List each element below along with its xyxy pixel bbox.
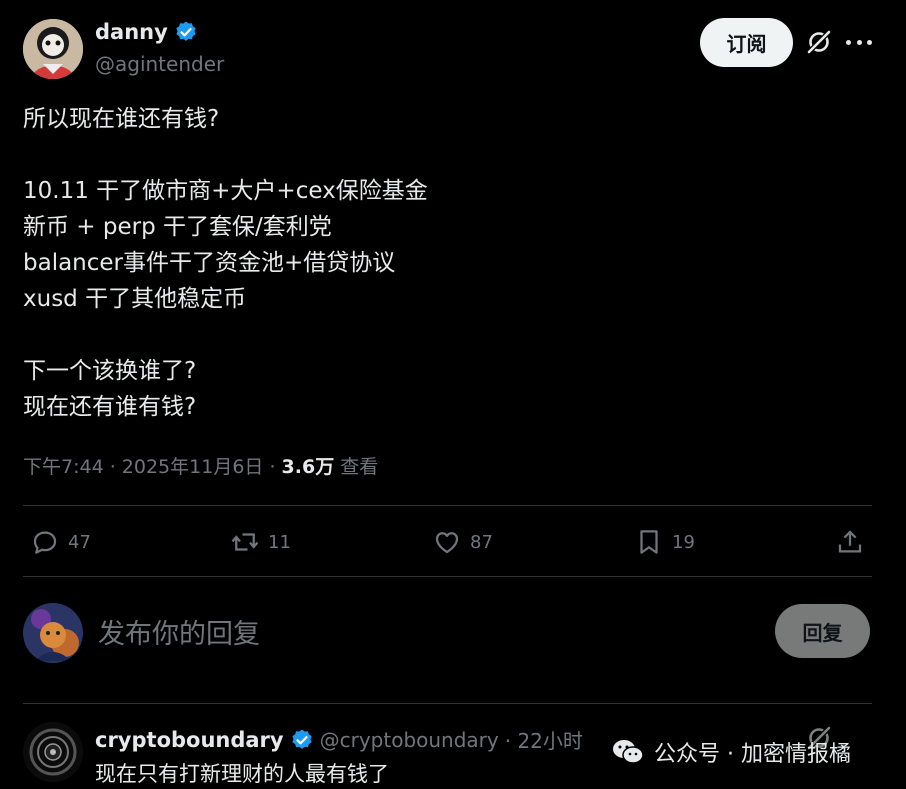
reply-button[interactable]: 回复	[775, 604, 870, 658]
watermark: 公众号 · 加密情报橘	[612, 736, 851, 768]
commenter-avatar[interactable]	[23, 722, 83, 782]
watermark-text: 公众号 · 加密情报橘	[654, 742, 851, 767]
comment-header: cryptoboundary @cryptoboundary · 22小时	[95, 725, 583, 754]
author-handle[interactable]: @agintender	[95, 52, 224, 76]
view-label: 查看	[334, 456, 379, 478]
view-count[interactable]: 3.6万	[282, 456, 335, 478]
tweet-text-line: 10.11 干了做市商+大户+cex保险基金	[23, 178, 428, 204]
grok-icon[interactable]	[805, 28, 833, 56]
divider	[23, 576, 872, 577]
user-avatar[interactable]	[23, 603, 83, 663]
tweet-text-line: 新币 + perp 干了套保/套利党	[23, 214, 332, 240]
post-timestamp[interactable]: 下午7:44 · 2025年11月6日 ·	[23, 456, 282, 478]
like-action[interactable]: 87	[432, 524, 493, 560]
verified-badge-icon	[292, 729, 312, 749]
reply-count: 47	[68, 531, 91, 553]
tweet-text-line: 所以现在谁还有钱?	[23, 106, 220, 132]
commenter-name[interactable]: cryptoboundary	[95, 728, 284, 752]
share-action[interactable]	[835, 524, 865, 560]
avatar[interactable]	[23, 19, 83, 79]
commenter-handle[interactable]: @cryptoboundary	[320, 728, 499, 752]
subscribe-button[interactable]: 订阅	[700, 18, 793, 67]
tweet-metadata: 下午7:44 · 2025年11月6日 · 3.6万 查看	[23, 452, 378, 479]
more-options-icon[interactable]	[846, 32, 872, 52]
wechat-icon	[613, 740, 644, 764]
share-icon	[838, 530, 862, 553]
repost-count: 11	[268, 531, 291, 553]
author-name[interactable]: danny	[95, 20, 168, 44]
bookmark-action[interactable]: 19	[634, 524, 695, 560]
reply-input[interactable]: 发布你的回复	[98, 612, 260, 651]
divider	[23, 703, 872, 704]
bookmark-icon	[640, 530, 658, 554]
author-name-row: danny	[95, 20, 198, 44]
tweet-text-line: balancer事件干了资金池+借贷协议	[23, 250, 396, 276]
tweet-text-line: 下一个该换谁了?	[23, 358, 197, 384]
heart-icon	[435, 532, 459, 554]
bookmark-count: 19	[672, 531, 695, 553]
comment-time[interactable]: · 22小时	[505, 725, 583, 754]
tweet-text-line: 现在还有谁有钱?	[23, 394, 197, 420]
verified-badge-icon	[176, 21, 196, 41]
reply-icon	[33, 531, 57, 554]
scrollbar[interactable]	[890, 0, 906, 789]
comment-text: 现在只有打新理财的人最有钱了	[95, 762, 389, 786]
like-count: 87	[470, 531, 493, 553]
tweet-text-line: xusd 干了其他稳定币	[23, 286, 247, 312]
divider	[23, 505, 872, 506]
reply-action[interactable]: 47	[30, 524, 91, 560]
tweet-detail: danny @agintender 订阅 所以现在谁还有钱? 10.11 干了做…	[0, 0, 890, 789]
repost-icon	[231, 533, 259, 551]
repost-action[interactable]: 11	[230, 524, 291, 560]
